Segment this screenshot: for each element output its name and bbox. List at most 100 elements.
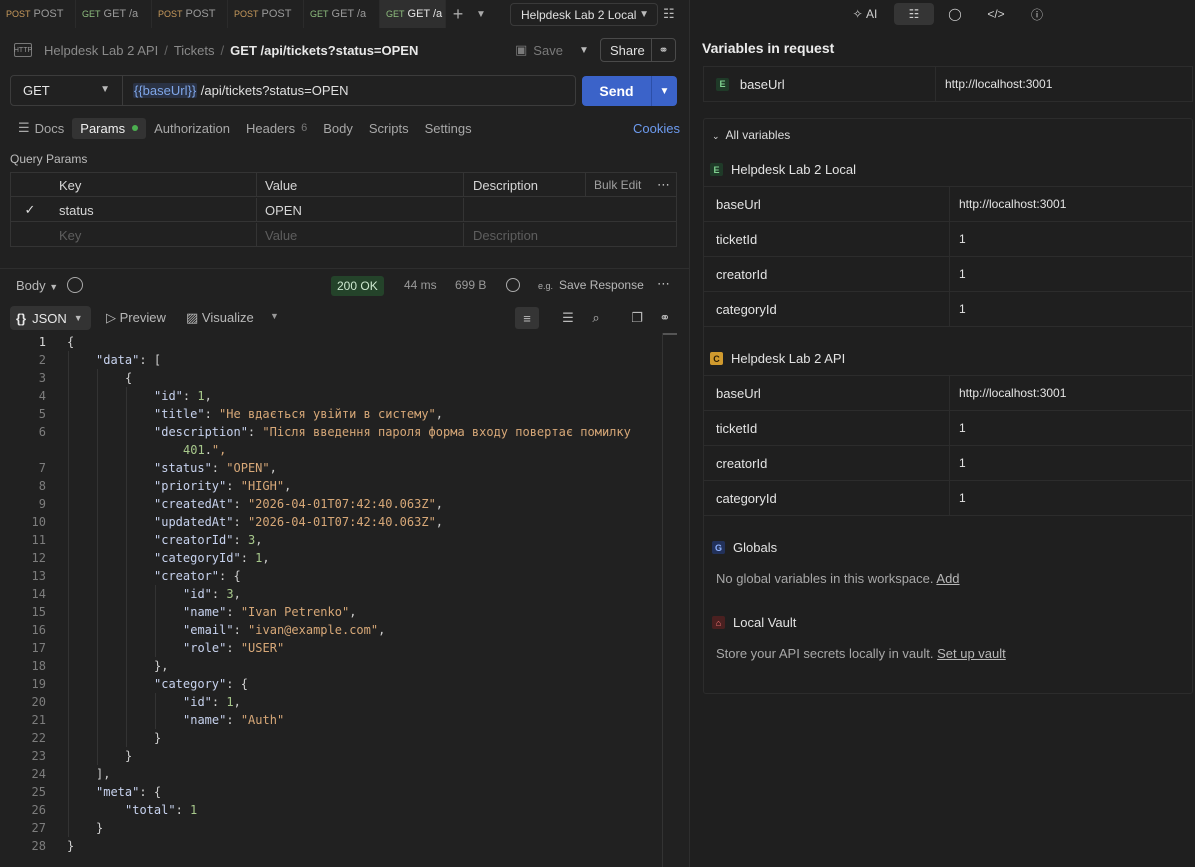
wrap-lines-icon[interactable]: ≡ <box>515 307 539 329</box>
globe-icon[interactable] <box>506 278 520 292</box>
cookies-link[interactable]: Cookies <box>633 121 680 136</box>
tab-params-label: Params <box>80 120 126 136</box>
preview-button[interactable]: ▷ Preview <box>106 310 166 326</box>
ai-button[interactable]: ✧ AI <box>848 3 882 25</box>
variable-value[interactable]: http://localhost:3001 <box>950 187 1066 221</box>
environment-select[interactable]: Helpdesk Lab 2 Local ▼ <box>510 3 658 26</box>
info-icon[interactable]: ⓘ <box>1026 3 1048 25</box>
link-icon[interactable]: ⚭ <box>656 309 674 327</box>
tab-authorization[interactable]: Authorization <box>146 118 238 139</box>
param-description-placeholder[interactable]: Description <box>464 223 676 247</box>
send-button[interactable]: Send ▼ <box>582 76 677 106</box>
variable-value[interactable]: http://localhost:3001 <box>950 376 1066 410</box>
tab-headers[interactable]: Headers 6 <box>238 118 315 139</box>
param-checkbox[interactable]: ✓ <box>11 198 49 222</box>
breadcrumb-folder[interactable]: Tickets <box>174 43 215 58</box>
variable-value[interactable]: 1 <box>950 222 966 256</box>
save-response-button[interactable]: e.g. Save Response <box>538 278 644 292</box>
code-text: } <box>125 749 133 763</box>
variable-row: ticketId 1 <box>704 411 1192 446</box>
tab-params[interactable]: Params <box>72 117 147 139</box>
link-icon[interactable]: ⚭ <box>651 39 675 61</box>
variable-value[interactable]: 1 <box>950 257 966 291</box>
request-tab[interactable]: GET GET /a <box>76 0 152 28</box>
response-body-select[interactable]: Body ▼ <box>16 278 58 293</box>
variable-value[interactable]: http://localhost:3001 <box>936 67 1052 101</box>
line-number: 21 <box>31 713 46 727</box>
variable-row: E baseUrl http://localhost:3001 <box>704 67 1192 102</box>
format-select[interactable]: {} JSON ▼ <box>10 306 91 330</box>
line-number: 19 <box>31 677 46 691</box>
variable-row: baseUrl http://localhost:3001 <box>704 376 1192 411</box>
new-tab-plus-icon[interactable]: + <box>446 0 470 28</box>
filter-icon[interactable]: ☰ <box>559 309 577 327</box>
code-icon[interactable]: </> <box>985 3 1007 25</box>
variable-value[interactable]: 1 <box>950 292 966 326</box>
tab-body[interactable]: Body <box>315 118 361 139</box>
breadcrumb-collection[interactable]: Helpdesk Lab 2 API <box>44 43 158 58</box>
visualize-button[interactable]: ▨ Visualize <box>186 310 254 326</box>
tab-scripts[interactable]: Scripts <box>361 118 417 139</box>
sparkle-icon: ✧ <box>852 7 863 21</box>
url-input[interactable]: {{baseUrl}} /api/tickets?status=OPEN <box>123 83 349 98</box>
setup-vault-link[interactable]: Set up vault <box>937 646 1006 661</box>
search-icon[interactable]: ⌕ <box>587 309 605 327</box>
breadcrumb-separator: / <box>164 42 168 58</box>
more-icon[interactable]: ⋯ <box>651 173 676 197</box>
request-tab[interactable]: POST POST <box>0 0 76 28</box>
param-description-input[interactable] <box>464 198 676 222</box>
param-value-placeholder[interactable]: Value <box>257 223 464 247</box>
code-text: } <box>67 839 75 853</box>
all-variables-toggle[interactable]: ⌄ All variables <box>712 128 790 142</box>
tab-authorization-label: Authorization <box>154 120 230 136</box>
copy-icon[interactable]: ❐ <box>628 309 646 327</box>
variable-row: creatorId 1 <box>704 446 1192 481</box>
vault-section: ⌂ Local Vault <box>712 615 796 630</box>
line-number: 4 <box>38 389 46 403</box>
share-button[interactable]: Share ⚭ <box>600 38 676 62</box>
breadcrumb-request[interactable]: GET /api/tickets?status=OPEN <box>230 43 418 58</box>
request-tab[interactable]: GET GET /a <box>304 0 380 28</box>
bulk-edit-button[interactable]: Bulk Edit <box>586 173 651 197</box>
request-variables-table: E baseUrl http://localhost:3001 <box>703 66 1193 102</box>
method-select[interactable]: GET ▼ <box>11 76 123 105</box>
line-number: 9 <box>38 497 46 511</box>
variables-in-request-title: Variables in request <box>702 40 835 56</box>
param-key-placeholder[interactable]: Key <box>49 223 257 247</box>
tab-method: GET <box>386 9 405 19</box>
request-tab-active[interactable]: GET GET /a <box>380 0 446 28</box>
variable-value[interactable]: 1 <box>950 481 966 515</box>
variable-row: creatorId 1 <box>704 257 1192 292</box>
chevron-down-icon[interactable]: ▼ <box>579 45 589 56</box>
line-number: 13 <box>31 569 46 583</box>
editor-scroll-thumb[interactable] <box>663 333 677 335</box>
tab-settings[interactable]: Settings <box>417 118 480 139</box>
variables-icon[interactable]: ☷ <box>894 3 934 25</box>
chevron-down-icon[interactable]: ▼ <box>270 311 279 321</box>
history-icon[interactable] <box>67 277 83 293</box>
editor-scrollbar[interactable] <box>662 333 663 867</box>
response-code-editor[interactable]: 1 {2 "data": [3 {4 "id": 1, 5 "title": "Не вда… <box>0 333 690 867</box>
environment-settings-icon[interactable]: ☷ <box>663 6 679 22</box>
comments-icon[interactable]: ◯ <box>944 3 966 25</box>
add-global-link[interactable]: Add <box>936 571 959 586</box>
request-tab[interactable]: POST POST <box>228 0 304 28</box>
variable-value[interactable]: 1 <box>950 446 966 480</box>
more-icon[interactable]: ⋯ <box>657 276 670 292</box>
line-number: 6 <box>38 425 46 439</box>
param-value-input[interactable]: OPEN <box>257 198 464 222</box>
response-divider[interactable] <box>0 268 690 269</box>
tab-docs[interactable]: ☰ Docs <box>10 117 72 139</box>
request-tab[interactable]: POST POST <box>152 0 228 28</box>
variable-value[interactable]: 1 <box>950 411 966 445</box>
variable-key: creatorId <box>704 446 950 480</box>
headers-count: 6 <box>301 122 308 134</box>
param-key-input[interactable]: status <box>49 198 257 222</box>
variable-key: baseUrl <box>704 187 950 221</box>
variable-row: categoryId 1 <box>704 292 1192 327</box>
tabs-chevron-down-icon[interactable]: ▼ <box>470 0 492 28</box>
all-variables-box: ⌄ All variables E Helpdesk Lab 2 Local bas… <box>703 118 1193 694</box>
save-button[interactable]: ▣ Save ▼ <box>515 40 589 60</box>
tab-method: GET <box>310 9 329 19</box>
chevron-down-icon[interactable]: ▼ <box>651 76 677 106</box>
